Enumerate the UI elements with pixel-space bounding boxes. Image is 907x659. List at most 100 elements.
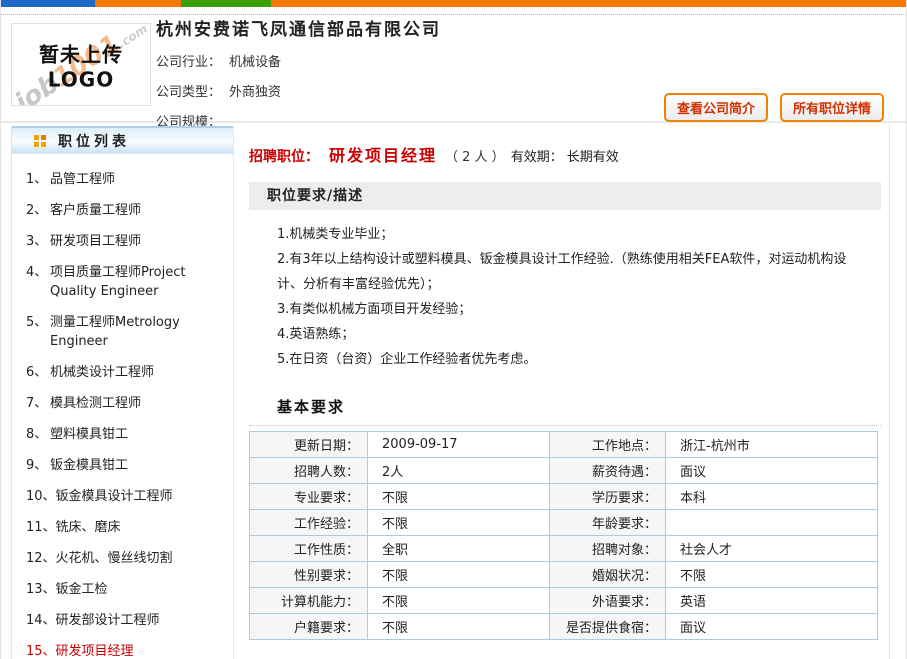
description-line: 2.有3年以上结构设计或塑料模具、钣金模具设计工作经验.（熟练使用相关FEA软件… <box>277 247 861 297</box>
item-number: 14、 <box>20 611 56 630</box>
sidebar-item[interactable]: 14、研发部设计工程师 <box>20 605 227 636</box>
all-positions-button[interactable]: 所有职位详情 <box>780 93 884 122</box>
company-logo-placeholder: job1001.com 暂未上传LOGO <box>11 23 151 106</box>
table-row: 招聘人数： 2人 薪资待遇： 面议 <box>250 458 878 484</box>
sidebar-item-label[interactable]: 钣金模具钳工 <box>50 456 128 475</box>
item-number: 10、 <box>20 487 56 506</box>
item-number: 8、 <box>20 425 50 444</box>
field-label: 薪资待遇： <box>550 458 666 484</box>
headcount: （ 2 人 ） <box>445 150 505 165</box>
sidebar-item-label[interactable]: 钣金模具设计工程师 <box>56 487 173 506</box>
item-number: 13、 <box>20 580 56 599</box>
table-row: 工作经验： 不限 年龄要求： <box>250 510 878 536</box>
description-line: 1.机械类专业毕业； <box>277 222 861 247</box>
basic-requirements-table: 更新日期： 2009-09-17 工作地点： 浙江-杭州市 招聘人数： 2人 薪… <box>249 431 878 640</box>
sidebar-item-label[interactable]: 研发部设计工程师 <box>56 611 160 630</box>
field-value <box>666 510 878 536</box>
field-label: 计算机能力： <box>250 588 368 614</box>
field-label: 是否提供食宿： <box>550 614 666 640</box>
sidebar-item[interactable]: 10、钣金模具设计工程师 <box>20 481 227 512</box>
sidebar-item[interactable]: 4、项目质量工程师Project Quality Engineer <box>20 257 227 307</box>
validity-label: 有效期： <box>511 150 563 165</box>
item-number: 12、 <box>20 549 56 568</box>
item-number: 6、 <box>20 363 50 382</box>
sidebar-item-label[interactable]: 铣床、磨床 <box>56 518 121 537</box>
field-label: 更新日期： <box>250 432 368 458</box>
company-type-label: 公司类型： <box>156 85 221 100</box>
field-label: 性别要求： <box>250 562 368 588</box>
sidebar-item[interactable]: 12、火花机、慢丝线切割 <box>20 543 227 574</box>
company-industry-row: 公司行业： 机械设备 <box>156 51 441 70</box>
position-list-sidebar: 职位列表 1、品管工程师 2、客户质量工程师 3、研发项目工程师 4、项目质量工… <box>11 126 234 659</box>
sidebar-item[interactable]: 2、客户质量工程师 <box>20 195 227 226</box>
sidebar-item-label[interactable]: 机械类设计工程师 <box>50 363 154 382</box>
item-number: 9、 <box>20 456 50 475</box>
field-label: 户籍要求： <box>250 614 368 640</box>
header-buttons: 查看公司简介 所有职位详情 <box>664 93 884 122</box>
sidebar-item[interactable]: 1、品管工程师 <box>20 164 227 195</box>
table-row: 更新日期： 2009-09-17 工作地点： 浙江-杭州市 <box>250 432 878 458</box>
sidebar-item-label[interactable]: 测量工程师Metrology Engineer <box>50 313 227 351</box>
company-info: 杭州安费诺飞凤通信部品有限公司 公司行业：机械设备 公司类型：外商独资 公司规模… <box>156 15 441 130</box>
sidebar-item-label[interactable]: 钣金工检 <box>56 580 108 599</box>
sidebar-item-label[interactable]: 客户质量工程师 <box>50 201 141 220</box>
topbar-orange-segment-2 <box>271 0 906 7</box>
field-label: 婚姻状况： <box>550 562 666 588</box>
field-value: 不限 <box>368 588 550 614</box>
sidebar-item-current[interactable]: 15、研发项目经理 <box>20 636 227 659</box>
description-line: 4.英语熟练； <box>277 322 861 347</box>
company-name: 杭州安费诺飞凤通信部品有限公司 <box>156 15 441 40</box>
job-description-section-header: 职位要求/描述 <box>249 182 881 210</box>
table-row: 工作性质： 全职 招聘对象： 社会人才 <box>250 536 878 562</box>
field-value: 2人 <box>368 458 550 484</box>
topbar-green-segment <box>181 0 271 7</box>
sidebar-title: 职位列表 <box>58 131 130 151</box>
field-value: 面议 <box>666 458 878 484</box>
field-value: 不限 <box>368 562 550 588</box>
sidebar-item-label[interactable]: 项目质量工程师Project Quality Engineer <box>50 263 227 301</box>
job-description: 1.机械类专业毕业； 2.有3年以上结构设计或塑料模具、钣金模具设计工作经验.（… <box>249 222 861 372</box>
field-value: 本科 <box>666 484 878 510</box>
table-row: 性别要求： 不限 婚姻状况： 不限 <box>250 562 878 588</box>
company-industry-value: 机械设备 <box>229 55 281 70</box>
item-number: 5、 <box>20 313 50 351</box>
sidebar-item-label[interactable]: 火花机、慢丝线切割 <box>56 549 173 568</box>
field-value: 不限 <box>666 562 878 588</box>
sidebar-item[interactable]: 6、机械类设计工程师 <box>20 357 227 388</box>
item-number: 4、 <box>20 263 50 301</box>
sidebar-item-label[interactable]: 研发项目工程师 <box>50 232 141 251</box>
sidebar-item[interactable]: 13、钣金工检 <box>20 574 227 605</box>
field-value: 浙江-杭州市 <box>666 432 878 458</box>
sidebar-item-label[interactable]: 塑料模具钳工 <box>50 425 128 444</box>
sidebar-item[interactable]: 7、模具检测工程师 <box>20 388 227 419</box>
page: job1001.com 暂未上传LOGO 杭州安费诺飞凤通信部品有限公司 公司行… <box>0 0 907 659</box>
job-title: 研发项目经理 <box>329 146 437 165</box>
field-label: 招聘对象： <box>550 536 666 562</box>
position-list: 1、品管工程师 2、客户质量工程师 3、研发项目工程师 4、项目质量工程师Pro… <box>12 154 233 659</box>
field-label: 专业要求： <box>250 484 368 510</box>
company-header: job1001.com 暂未上传LOGO 杭州安费诺飞凤通信部品有限公司 公司行… <box>1 15 906 123</box>
item-number: 1、 <box>20 170 50 189</box>
top-color-bar <box>1 0 906 7</box>
topbar-blue-segment <box>1 0 95 7</box>
field-label: 学历要求： <box>550 484 666 510</box>
sidebar-item[interactable]: 5、测量工程师Metrology Engineer <box>20 307 227 357</box>
sidebar-item-label[interactable]: 研发项目经理 <box>56 642 134 659</box>
sidebar-item-label[interactable]: 品管工程师 <box>50 170 115 189</box>
view-company-profile-button[interactable]: 查看公司简介 <box>664 93 768 122</box>
sidebar-item-label[interactable]: 模具检测工程师 <box>50 394 141 413</box>
sidebar-item[interactable]: 3、研发项目工程师 <box>20 226 227 257</box>
company-type-value: 外商独资 <box>229 85 281 100</box>
sidebar-item[interactable]: 11、铣床、磨床 <box>20 512 227 543</box>
field-value: 全职 <box>368 536 550 562</box>
item-number: 7、 <box>20 394 50 413</box>
sidebar-header: 职位列表 <box>12 126 233 154</box>
logo-placeholder-text: 暂未上传LOGO <box>12 38 150 91</box>
sidebar-item[interactable]: 8、塑料模具钳工 <box>20 419 227 450</box>
company-industry-label: 公司行业： <box>156 55 221 70</box>
field-label: 招聘人数： <box>250 458 368 484</box>
sidebar-item[interactable]: 9、钣金模具钳工 <box>20 450 227 481</box>
item-number: 11、 <box>20 518 56 537</box>
table-row: 专业要求： 不限 学历要求： 本科 <box>250 484 878 510</box>
company-type-row: 公司类型： 外商独资 <box>156 81 441 100</box>
